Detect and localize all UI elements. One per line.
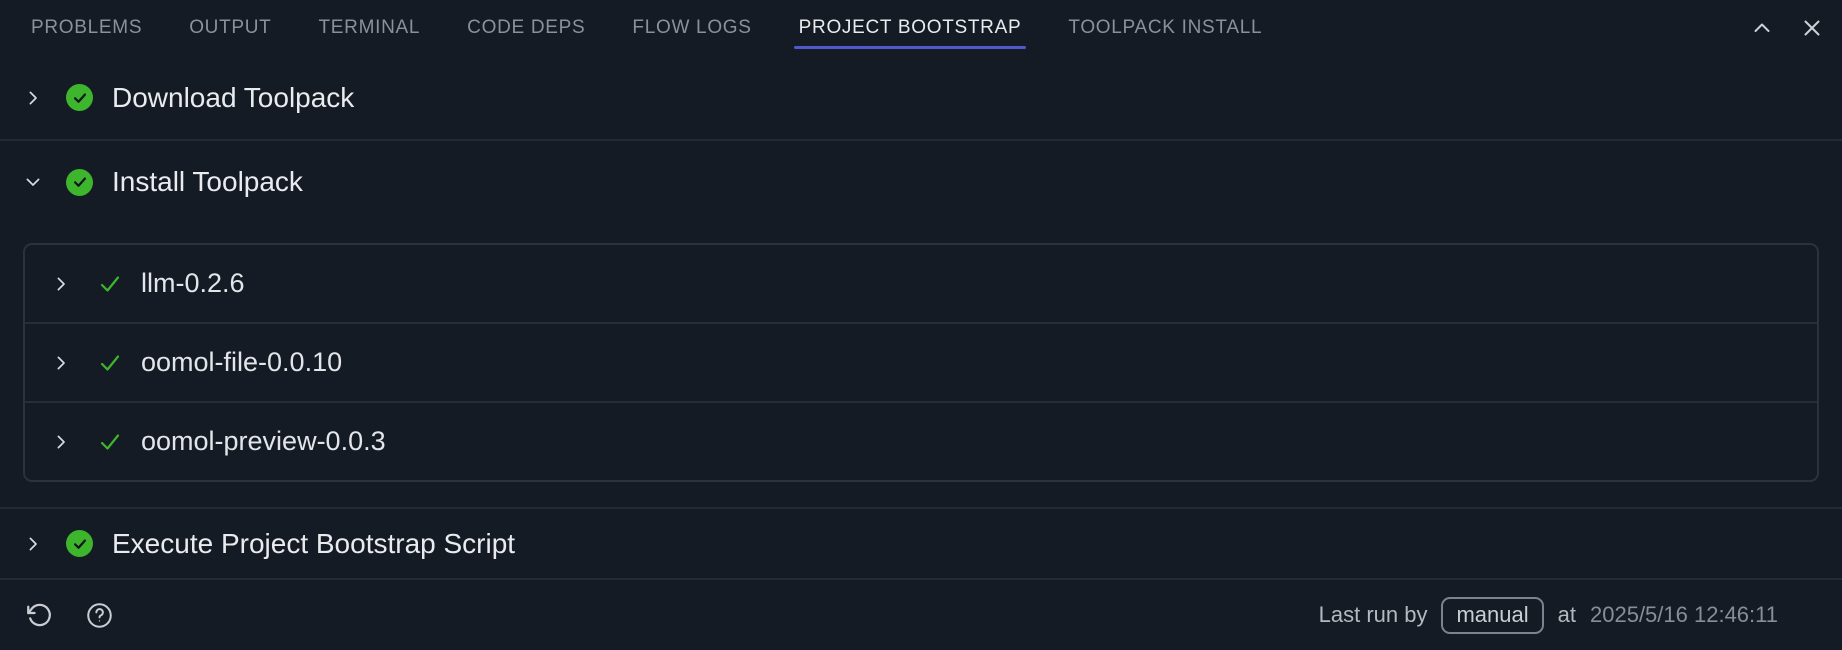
success-check-circle-icon — [66, 169, 93, 196]
step-label: Download Toolpack — [112, 82, 354, 114]
substep-label: llm-0.2.6 — [141, 268, 245, 299]
substep-oomol-preview[interactable]: oomol-preview-0.0.3 — [25, 401, 1817, 480]
chevron-up-icon — [1750, 16, 1774, 40]
help-button[interactable] — [86, 602, 113, 629]
tab-toolpack-install[interactable]: TOOLPACK INSTALL — [1068, 17, 1262, 39]
rerun-icon — [26, 602, 53, 629]
substep-label: oomol-preview-0.0.3 — [141, 426, 386, 457]
substep-label: oomol-file-0.0.10 — [141, 347, 342, 378]
tab-code-deps[interactable]: CODE DEPS — [467, 17, 585, 39]
at-label: at — [1558, 602, 1576, 628]
tab-output[interactable]: OUTPUT — [189, 17, 271, 39]
chevron-right-icon — [52, 275, 70, 293]
step-label: Install Toolpack — [112, 166, 303, 198]
chevron-right-icon — [52, 354, 70, 372]
help-icon — [86, 602, 113, 629]
tab-problems[interactable]: PROBLEMS — [31, 17, 142, 39]
tab-terminal[interactable]: TERMINAL — [319, 17, 421, 39]
tab-project-bootstrap[interactable]: PROJECT BOOTSTRAP — [799, 17, 1022, 39]
install-toolpack-substeps-panel: llm-0.2.6 oomol-file-0.0.10 oomol-previe… — [23, 243, 1819, 482]
status-bar: Last run by manual at 2025/5/16 12:46:11 — [0, 580, 1842, 650]
tab-flow-logs[interactable]: FLOW LOGS — [632, 17, 751, 39]
status-bar-actions — [26, 602, 113, 629]
collapse-panel-button[interactable] — [1750, 16, 1774, 40]
step-label: Execute Project Bootstrap Script — [112, 528, 515, 560]
success-check-circle-icon — [66, 530, 93, 557]
success-check-icon — [98, 430, 122, 454]
last-run-label: Last run by — [1319, 602, 1428, 628]
chevron-down-icon — [24, 173, 42, 191]
substep-llm[interactable]: llm-0.2.6 — [25, 245, 1817, 322]
tab-list: PROBLEMS OUTPUT TERMINAL CODE DEPS FLOW … — [31, 17, 1750, 39]
step-install-toolpack[interactable]: Install Toolpack — [0, 141, 1842, 223]
close-panel-button[interactable] — [1800, 16, 1824, 40]
step-execute-project-bootstrap-script[interactable]: Execute Project Bootstrap Script — [0, 509, 1842, 578]
last-run-timestamp: 2025/5/16 12:46:11 — [1590, 602, 1778, 628]
run-trigger-badge: manual — [1441, 597, 1543, 634]
success-check-icon — [98, 351, 122, 375]
rerun-button[interactable] — [26, 602, 53, 629]
substep-oomol-file[interactable]: oomol-file-0.0.10 — [25, 322, 1817, 401]
success-check-circle-icon — [66, 84, 93, 111]
last-run-info: Last run by manual at 2025/5/16 12:46:11 — [1319, 597, 1778, 634]
chevron-right-icon — [52, 433, 70, 451]
step-download-toolpack[interactable]: Download Toolpack — [0, 56, 1842, 139]
success-check-icon — [98, 272, 122, 296]
panel-tab-bar: PROBLEMS OUTPUT TERMINAL CODE DEPS FLOW … — [0, 0, 1842, 56]
chevron-right-icon — [24, 89, 42, 107]
close-icon — [1800, 16, 1824, 40]
chevron-right-icon — [24, 535, 42, 553]
project-bootstrap-panel: PROBLEMS OUTPUT TERMINAL CODE DEPS FLOW … — [0, 0, 1842, 650]
panel-window-controls — [1750, 16, 1824, 40]
